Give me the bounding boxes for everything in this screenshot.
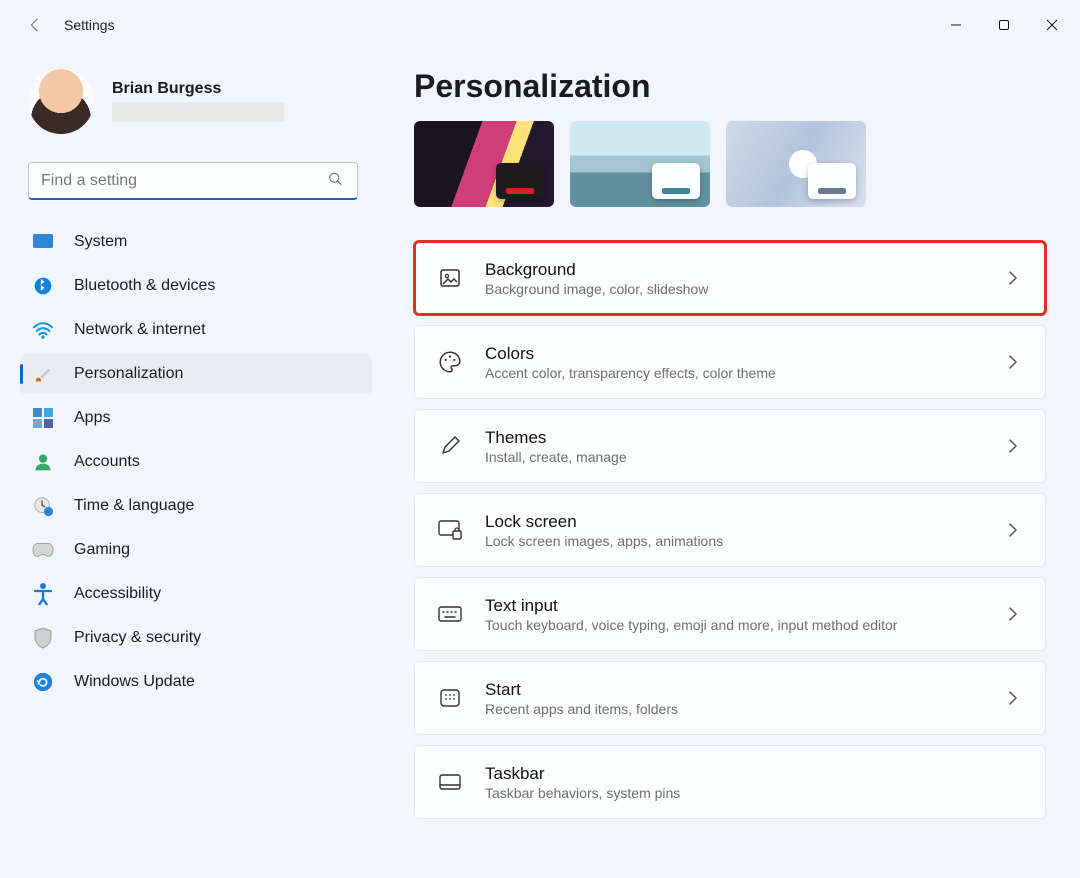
nav-label: Network & internet [74, 321, 206, 339]
chevron-right-icon [1003, 438, 1023, 454]
card-title: Themes [485, 428, 981, 448]
pen-icon [437, 433, 463, 459]
card-lockscreen[interactable]: Lock screen Lock screen images, apps, an… [414, 493, 1046, 567]
nav-label: Apps [74, 409, 110, 427]
nav-label: Privacy & security [74, 629, 201, 647]
theme-preview-1[interactable] [414, 121, 554, 207]
main-content: Personalization Background Background im… [380, 50, 1080, 872]
user-email-redacted [112, 102, 284, 122]
search-field-wrap [28, 162, 358, 200]
update-icon [32, 671, 54, 693]
minimize-button[interactable] [932, 0, 980, 50]
card-background[interactable]: Background Background image, color, slid… [414, 241, 1046, 315]
profile-block[interactable]: Brian Burgess [28, 68, 380, 134]
card-start[interactable]: Start Recent apps and items, folders [414, 661, 1046, 735]
card-colors[interactable]: Colors Accent color, transparency effect… [414, 325, 1046, 399]
avatar [28, 68, 94, 134]
theme-preview-3[interactable] [726, 121, 866, 207]
card-subtitle: Accent color, transparency effects, colo… [485, 365, 981, 381]
chevron-right-icon [1003, 354, 1023, 370]
nav-personalization[interactable]: Personalization [20, 354, 372, 394]
card-subtitle: Install, create, manage [485, 449, 981, 465]
nav-label: Bluetooth & devices [74, 277, 215, 295]
start-icon [437, 685, 463, 711]
shield-icon [32, 627, 54, 649]
nav-label: Gaming [74, 541, 130, 559]
card-subtitle: Taskbar behaviors, system pins [485, 785, 1023, 801]
card-taskbar[interactable]: Taskbar Taskbar behaviors, system pins [414, 745, 1046, 819]
nav-label: Accessibility [74, 585, 161, 603]
nav-privacy[interactable]: Privacy & security [20, 618, 372, 658]
taskbar-icon [437, 769, 463, 795]
page-heading: Personalization [414, 68, 1046, 105]
palette-icon [437, 349, 463, 375]
nav-network[interactable]: Network & internet [20, 310, 372, 350]
nav-apps[interactable]: Apps [20, 398, 372, 438]
lockscreen-icon [437, 517, 463, 543]
theme-preview-row [414, 121, 1046, 207]
chevron-right-icon [1003, 606, 1023, 622]
card-title: Lock screen [485, 512, 981, 532]
keyboard-icon [437, 601, 463, 627]
window-title: Settings [64, 17, 115, 33]
chevron-right-icon [1003, 270, 1023, 286]
nav-label: Accounts [74, 453, 140, 471]
wifi-icon [32, 319, 54, 341]
system-icon [32, 231, 54, 253]
search-icon [326, 170, 344, 193]
card-subtitle: Touch keyboard, voice typing, emoji and … [485, 617, 981, 633]
user-name: Brian Burgess [112, 80, 284, 98]
chevron-right-icon [1003, 690, 1023, 706]
maximize-button[interactable] [980, 0, 1028, 50]
nav-gaming[interactable]: Gaming [20, 530, 372, 570]
clock-globe-icon [32, 495, 54, 517]
apps-icon [32, 407, 54, 429]
card-title: Background [485, 260, 981, 280]
card-subtitle: Recent apps and items, folders [485, 701, 981, 717]
paintbrush-icon [32, 363, 54, 385]
chevron-right-icon [1003, 522, 1023, 538]
accessibility-icon [32, 583, 54, 605]
card-subtitle: Background image, color, slideshow [485, 281, 981, 297]
card-title: Taskbar [485, 764, 1023, 784]
nav-bluetooth[interactable]: Bluetooth & devices [20, 266, 372, 306]
image-icon [437, 265, 463, 291]
sidebar: Brian Burgess System Bluetooth & devices… [0, 50, 380, 872]
nav-update[interactable]: Windows Update [20, 662, 372, 702]
theme-preview-2[interactable] [570, 121, 710, 207]
person-icon [32, 451, 54, 473]
card-title: Colors [485, 344, 981, 364]
nav-accounts[interactable]: Accounts [20, 442, 372, 482]
card-textinput[interactable]: Text input Touch keyboard, voice typing,… [414, 577, 1046, 651]
titlebar: Settings [0, 0, 1080, 50]
back-button[interactable] [20, 10, 50, 40]
search-input[interactable] [28, 162, 358, 200]
card-title: Start [485, 680, 981, 700]
close-button[interactable] [1028, 0, 1076, 50]
nav-label: Personalization [74, 365, 183, 383]
gamepad-icon [32, 539, 54, 561]
bluetooth-icon [32, 275, 54, 297]
nav-accessibility[interactable]: Accessibility [20, 574, 372, 614]
card-subtitle: Lock screen images, apps, animations [485, 533, 981, 549]
nav-label: Windows Update [74, 673, 195, 691]
card-title: Text input [485, 596, 981, 616]
card-themes[interactable]: Themes Install, create, manage [414, 409, 1046, 483]
nav-label: System [74, 233, 127, 251]
nav-system[interactable]: System [20, 222, 372, 262]
nav-label: Time & language [74, 497, 194, 515]
nav-time[interactable]: Time & language [20, 486, 372, 526]
